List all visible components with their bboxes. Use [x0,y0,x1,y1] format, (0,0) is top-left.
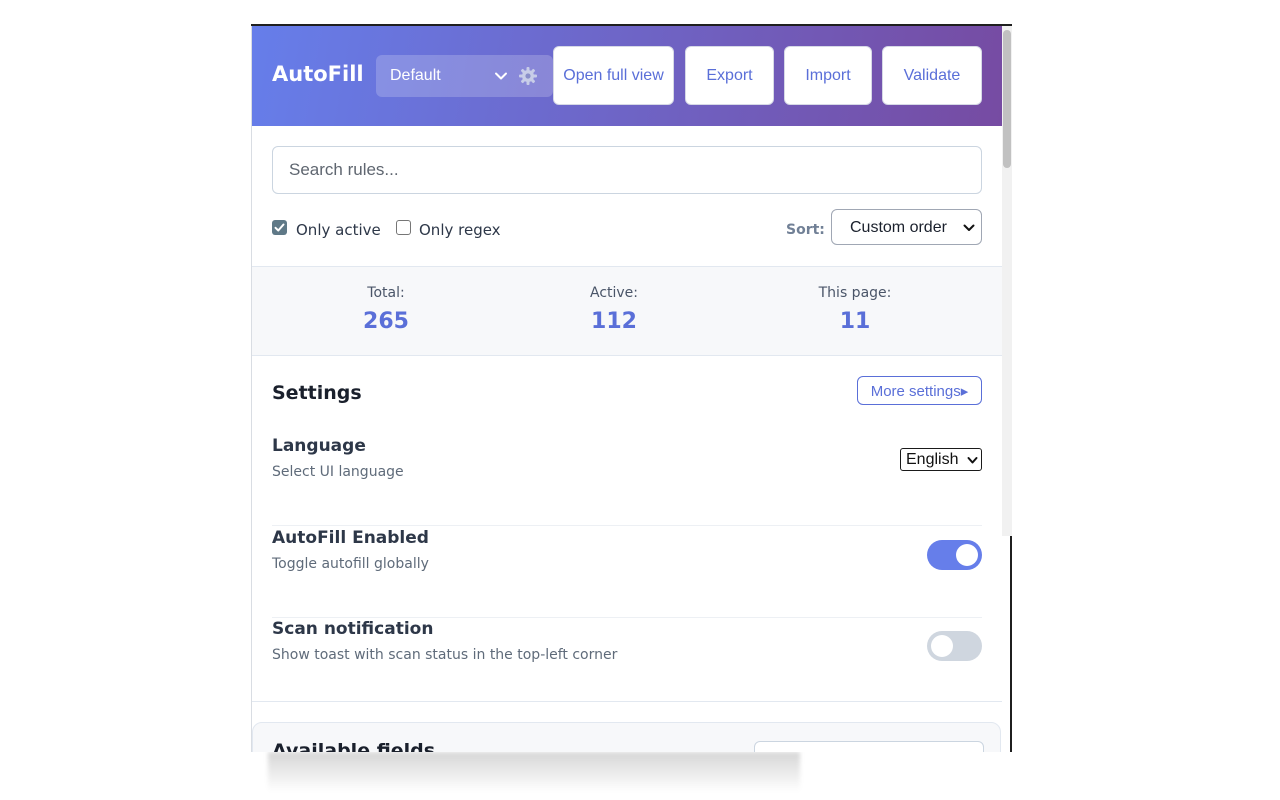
profile-name: Default [390,67,441,84]
sort-value: Custom order [850,219,947,236]
divider [252,701,1002,702]
setting-description: Toggle autofill globally [272,556,429,572]
chevron-down-icon [495,72,507,80]
window-shadow [268,752,800,792]
scan-notification-toggle[interactable] [927,631,982,661]
setting-language: Language Select UI language English [272,436,982,526]
checkmark-icon [274,223,285,232]
stat-value: 265 [363,309,409,334]
stat-label: Total: [367,285,405,301]
stat-label: Active: [589,285,639,301]
validate-button[interactable]: Validate [882,46,982,105]
profile-select[interactable]: Default [376,55,553,97]
import-button[interactable]: Import [784,46,872,105]
available-fields-title: Available fields [272,740,436,752]
available-fields-button[interactable] [754,741,984,752]
open-full-view-button[interactable]: Open full view [553,46,674,105]
chevron-down-icon [967,457,978,464]
sort-label: Sort: [786,222,825,238]
gear-icon[interactable] [518,66,538,86]
header: AutoFill Default Open full view Export I… [252,26,1002,126]
divider [272,617,982,618]
divider [272,525,982,526]
stat-this-page: This page: 11 [785,285,925,334]
setting-autofill-enabled: AutoFill Enabled Toggle autofill globall… [272,528,982,618]
toggle-knob [931,635,953,657]
stat-value: 11 [839,309,871,334]
search-input[interactable] [272,146,982,194]
setting-name: Language [272,436,366,456]
setting-description: Show toast with scan status in the top-l… [272,647,618,663]
more-settings-button[interactable]: More settings▸ [857,376,982,405]
only-regex-checkbox[interactable] [396,220,411,235]
stat-active: Active: 112 [544,285,684,334]
toggle-knob [956,544,978,566]
stat-total: Total: 265 [316,285,456,334]
setting-name: Scan notification [272,619,434,639]
setting-description: Select UI language [272,464,404,480]
stat-value: 112 [591,309,637,334]
available-fields-card: Available fields [252,722,1001,752]
stat-label: This page: [818,285,892,301]
export-button[interactable]: Export [685,46,774,105]
scrollbar-thumb[interactable] [1003,30,1011,168]
language-select[interactable]: English [900,448,982,471]
sort-select[interactable]: Custom order [831,209,982,245]
only-active-checkbox[interactable] [272,220,287,235]
setting-name: AutoFill Enabled [272,528,429,548]
extension-popup: AutoFill Default Open full view Export I… [251,26,1002,752]
settings-title: Settings [272,382,362,404]
only-active-label[interactable]: Only active [296,221,381,239]
autofill-enabled-toggle[interactable] [927,540,982,570]
chevron-down-icon [963,224,975,231]
setting-scan-notification: Scan notification Show toast with scan s… [272,619,982,709]
language-value: English [906,451,959,468]
stats-bar: Total: 265 Active: 112 This page: 11 [252,266,1002,356]
only-regex-label[interactable]: Only regex [419,221,501,239]
app-title: AutoFill [272,62,364,86]
window-edge [1010,536,1012,752]
